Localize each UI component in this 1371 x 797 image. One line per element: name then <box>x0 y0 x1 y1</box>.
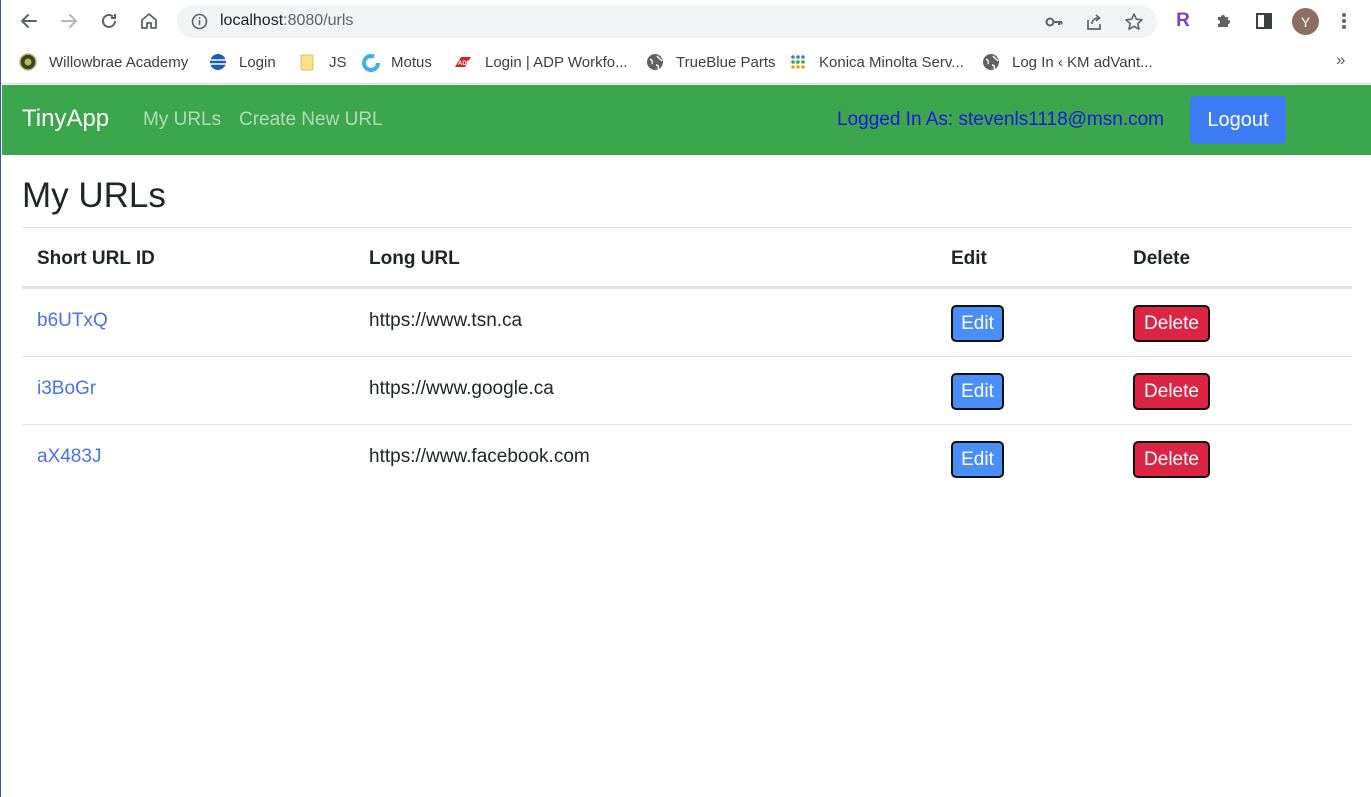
logout-button[interactable]: Logout <box>1190 96 1286 144</box>
bookmark-label: Willowbrae Academy <box>49 53 189 71</box>
delete-button[interactable]: Delete <box>1133 441 1210 478</box>
bookmark-star-icon[interactable] <box>1123 11 1145 33</box>
globe-icon <box>982 53 1000 71</box>
globe-icon <box>646 53 664 71</box>
long-url-text: https://www.facebook.com <box>369 446 590 467</box>
bookmark-label: Motus <box>391 53 432 71</box>
home-icon[interactable] <box>136 8 162 34</box>
globe-blue-icon <box>209 53 227 71</box>
browser-window: localhost:8080/urls R Y Willowbrae Acade… <box>0 0 1371 797</box>
table-row: aX483J https://www.facebook.com Edit Del… <box>22 425 1352 493</box>
column-header-long-url: Long URL <box>369 248 460 269</box>
bookmark-motus[interactable]: Motus <box>361 52 432 72</box>
column-header-edit: Edit <box>951 248 987 269</box>
site-info-icon[interactable] <box>191 13 208 30</box>
table-row: b6UTxQ https://www.tsn.ca Edit Delete <box>22 289 1352 357</box>
extension-letter: R <box>1176 10 1190 31</box>
bookmark-label: TrueBlue Parts <box>676 53 776 71</box>
logged-in-status: Logged In As: stevenls1118@msn.com <box>837 109 1164 130</box>
bookmark-adp[interactable]: ADP Login | ADP Workfo... <box>453 52 628 72</box>
long-url-text: https://www.tsn.ca <box>369 310 523 331</box>
key-icon[interactable] <box>1043 11 1065 33</box>
grid-dots-icon <box>789 53 807 71</box>
bookmark-konica[interactable]: Konica Minolta Serv... <box>789 52 964 72</box>
bookmark-trueblue[interactable]: TrueBlue Parts <box>646 52 776 72</box>
bookmarks-bar: Willowbrae Academy Login JS Motus ADP Lo… <box>1 42 1371 84</box>
column-header-delete: Delete <box>1133 248 1191 269</box>
share-icon[interactable] <box>1083 11 1105 33</box>
kebab-menu-icon[interactable] <box>1332 9 1356 33</box>
bookmark-willowbrae[interactable]: Willowbrae Academy <box>19 52 188 72</box>
forward-arrow-icon[interactable] <box>56 8 82 34</box>
bookmark-login[interactable]: Login <box>209 52 276 72</box>
side-panel-icon[interactable] <box>1252 9 1276 33</box>
urls-table: Short URL ID Long URL Edit Delete b6UTxQ… <box>22 227 1352 493</box>
delete-button[interactable]: Delete <box>1133 305 1210 342</box>
delete-button[interactable]: Delete <box>1133 373 1210 410</box>
bookmark-js-folder[interactable]: JS <box>299 52 347 72</box>
app-navbar: TinyApp My URLs Create New URL Logged In… <box>2 85 1371 155</box>
address-bar[interactable]: localhost:8080/urls <box>177 5 1157 38</box>
nav-create-new-url[interactable]: Create New URL <box>239 109 383 131</box>
short-url-link[interactable]: i3BoGr <box>37 378 96 400</box>
table-header: Short URL ID Long URL Edit Delete <box>22 228 1352 289</box>
edit-button[interactable]: Edit <box>951 441 1004 478</box>
puzzle-extensions-icon[interactable] <box>1212 9 1236 33</box>
short-url-link[interactable]: aX483J <box>37 446 101 468</box>
motus-ring-icon <box>361 53 380 72</box>
avatar-letter: Y <box>1300 13 1311 30</box>
url-text: localhost:8080/urls <box>220 12 353 30</box>
table-row: i3BoGr https://www.google.ca Edit Delete <box>22 357 1352 425</box>
profile-avatar[interactable]: Y <box>1292 8 1319 35</box>
browser-toolbar: localhost:8080/urls R Y <box>1 0 1371 42</box>
url-host: localhost <box>220 12 284 29</box>
nav-my-urls[interactable]: My URLs <box>143 109 221 131</box>
short-url-link[interactable]: b6UTxQ <box>37 310 108 332</box>
crest-icon <box>19 53 37 71</box>
brand-link[interactable]: TinyApp <box>22 105 109 133</box>
back-arrow-icon[interactable] <box>16 8 42 34</box>
adp-logo-icon: ADP <box>453 53 473 71</box>
bookmark-label: JS <box>329 53 347 71</box>
bookmark-km-advantage[interactable]: Log In ‹ KM adVant... <box>982 52 1153 72</box>
long-url-text: https://www.google.ca <box>369 378 554 399</box>
url-path: :8080/urls <box>283 12 354 29</box>
column-header-short-url: Short URL ID <box>37 248 155 269</box>
folder-icon <box>299 53 317 71</box>
reload-icon[interactable] <box>96 8 122 34</box>
bookmark-label: Log In ‹ KM adVant... <box>1012 53 1153 71</box>
extension-r-icon[interactable]: R <box>1171 9 1195 33</box>
bookmark-label: Login | ADP Workfo... <box>485 53 628 71</box>
bookmark-label: Login <box>239 53 276 71</box>
edit-button[interactable]: Edit <box>951 373 1004 410</box>
page-title: My URLs <box>22 176 166 215</box>
bookmarks-overflow-button[interactable]: » <box>1336 50 1345 70</box>
edit-button[interactable]: Edit <box>951 305 1004 342</box>
bookmark-label: Konica Minolta Serv... <box>819 53 964 71</box>
svg-text:ADP: ADP <box>458 61 471 67</box>
